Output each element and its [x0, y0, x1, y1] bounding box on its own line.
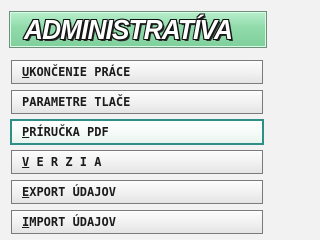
title-bar: ADMINISTRATÍVA	[9, 11, 267, 48]
menu-item-parametre-tlace[interactable]: PARAMETRE TLAČE	[11, 90, 263, 114]
admin-menu: UKONČENIE PRÁCE PARAMETRE TLAČE PRÍRUČKA…	[10, 60, 264, 240]
menu-item-label: IMPORT ÚDAJOV	[22, 214, 116, 230]
administration-panel: ADMINISTRATÍVA UKONČENIE PRÁCE PARAMETRE…	[0, 0, 278, 239]
menu-item-ukoncenie-prace[interactable]: UKONČENIE PRÁCE	[11, 60, 263, 84]
menu-item-label: EXPORT ÚDAJOV	[22, 184, 116, 200]
menu-item-prirucka-pdf[interactable]: PRÍRUČKA PDF	[10, 119, 264, 145]
menu-item-text: E R Z I A	[29, 155, 102, 169]
menu-item-label: PRÍRUČKA PDF	[22, 124, 109, 140]
menu-item-verzia[interactable]: V E R Z I A	[11, 150, 263, 174]
menu-item-text: KONČENIE PRÁCE	[29, 65, 131, 79]
menu-item-text: XPORT ÚDAJOV	[29, 185, 116, 199]
menu-item-text: PARAMETRE TLAČE	[22, 95, 131, 109]
panel-title: ADMINISTRATÍVA	[24, 14, 233, 45]
menu-item-import-udajov[interactable]: IMPORT ÚDAJOV	[11, 210, 263, 234]
menu-item-label: V E R Z I A	[22, 154, 101, 170]
menu-item-label: PARAMETRE TLAČE	[22, 94, 130, 110]
menu-item-export-udajov[interactable]: EXPORT ÚDAJOV	[11, 180, 263, 204]
menu-item-text: MPORT ÚDAJOV	[29, 215, 116, 229]
menu-item-label: UKONČENIE PRÁCE	[22, 64, 130, 80]
menu-item-text: RÍRUČKA PDF	[29, 125, 109, 139]
